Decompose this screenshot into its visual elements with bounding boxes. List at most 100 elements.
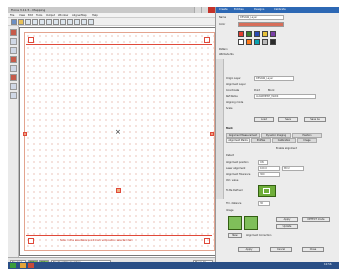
menu-item-help[interactable]: Help bbox=[92, 14, 98, 17]
menu-item-alignermap[interactable]: AlignerMap bbox=[72, 14, 87, 17]
zoom-icon[interactable] bbox=[74, 19, 80, 25]
corner-mark-tl[interactable] bbox=[28, 37, 34, 43]
mark-section-label: Mark bbox=[226, 127, 233, 130]
right-menu-calibrate[interactable]: Calibrate bbox=[274, 8, 286, 11]
swatch-red[interactable] bbox=[238, 31, 244, 37]
alignment-mark-bottom[interactable] bbox=[116, 188, 121, 193]
left-tool-strip bbox=[8, 26, 19, 258]
rectangle-tool-icon[interactable] bbox=[10, 38, 17, 45]
grid-icon[interactable] bbox=[39, 19, 45, 25]
swatch-black[interactable] bbox=[270, 39, 276, 45]
draw-line-icon[interactable] bbox=[10, 29, 17, 36]
menu-item-tools[interactable]: Tools bbox=[36, 14, 42, 17]
paste-icon[interactable] bbox=[60, 19, 66, 25]
side-mark-left[interactable] bbox=[23, 132, 27, 136]
ref-name-field[interactable]: ALIGNMENT_MARK bbox=[254, 94, 316, 99]
tab-image[interactable]: Image bbox=[297, 138, 317, 143]
layer-color-bar[interactable] bbox=[238, 22, 284, 27]
tab-alignment-marks[interactable]: Alignment Marks bbox=[226, 138, 250, 143]
dialog-close-button[interactable]: Close bbox=[302, 247, 324, 252]
pan-tool-icon[interactable] bbox=[10, 92, 17, 99]
swatch-blue[interactable] bbox=[254, 31, 260, 37]
apply-mark-button[interactable]: Apply bbox=[276, 217, 298, 222]
name-label: Name bbox=[219, 16, 227, 19]
center-marker-icon[interactable]: × bbox=[115, 129, 121, 136]
tolerance-field[interactable]: 300 bbox=[258, 172, 280, 177]
hand-icon[interactable] bbox=[81, 19, 87, 25]
name-field[interactable]: DESIGN_Layer bbox=[238, 15, 284, 20]
right-menu-entities[interactable]: Entities bbox=[234, 8, 244, 11]
print-icon[interactable] bbox=[32, 19, 38, 25]
menu-item-output[interactable]: Output bbox=[46, 14, 55, 17]
taskbar-clock: 10:56 bbox=[324, 263, 332, 266]
start-button[interactable] bbox=[10, 263, 16, 268]
load-button[interactable]: Load bbox=[254, 117, 274, 122]
save-icon[interactable] bbox=[25, 19, 31, 25]
dialog-apply-button[interactable]: Apply bbox=[238, 247, 260, 252]
right-menu-create[interactable]: Create bbox=[219, 8, 228, 11]
swatch-gray[interactable] bbox=[262, 39, 268, 45]
swatch-green[interactable] bbox=[246, 31, 252, 37]
cut-icon[interactable] bbox=[46, 19, 52, 25]
origin-layer-field[interactable]: DESIGN_Layer bbox=[254, 76, 294, 81]
menu-item-window[interactable]: Window bbox=[58, 14, 68, 17]
open-icon[interactable] bbox=[18, 19, 24, 25]
corner-mark-bl[interactable] bbox=[28, 238, 34, 244]
corner-mark-br[interactable] bbox=[204, 238, 210, 244]
tab-calibration[interactable]: Calibration bbox=[272, 138, 296, 143]
alignment-correction-checkbox[interactable]: Alignment Correction bbox=[246, 234, 271, 237]
coordinate-point-radio[interactable]: Point bbox=[254, 89, 260, 92]
aligning-mode-label: Aligning mode bbox=[226, 101, 244, 104]
canvas-note: Note: In the selectable point mark will … bbox=[60, 239, 133, 242]
menu-item-view[interactable]: View bbox=[19, 14, 25, 17]
swatch-purple[interactable] bbox=[270, 31, 276, 37]
swatch-orange[interactable] bbox=[246, 39, 252, 45]
scale-label: Scale bbox=[226, 107, 233, 110]
tolerance-label: Alignment Tolerance bbox=[226, 173, 251, 176]
corner-mark-tr[interactable] bbox=[204, 37, 210, 43]
alignment-position-field[interactable]: ON bbox=[258, 160, 268, 165]
threshold-label: Thr. distance bbox=[226, 202, 242, 205]
image-thumb-2[interactable] bbox=[244, 216, 258, 230]
coordinate-label: Coordinate bbox=[226, 89, 240, 92]
detect-mode-button[interactable]: DETECT mode bbox=[302, 217, 330, 222]
tab-profiles[interactable]: Profiles bbox=[251, 138, 271, 143]
swatch-white[interactable] bbox=[238, 39, 244, 45]
threshold-field[interactable]: 30 bbox=[258, 201, 270, 206]
mcu-field[interactable]: MCU bbox=[282, 166, 304, 171]
help-icon[interactable] bbox=[88, 19, 94, 25]
menu-item-edit[interactable]: Edit bbox=[28, 14, 33, 17]
panel-titlebar: Create Entities Designs Calibrate bbox=[216, 7, 339, 13]
menu-item-file[interactable]: File bbox=[10, 14, 14, 17]
dialog-cancel-button[interactable]: Cancel bbox=[270, 247, 292, 252]
alignment-layer-label: Alignment Layer bbox=[226, 83, 246, 86]
swatch-yellow[interactable] bbox=[262, 31, 268, 37]
detect-label: Detect bbox=[226, 154, 234, 157]
taskbar-app-icon-2[interactable] bbox=[28, 263, 34, 268]
select-icon[interactable] bbox=[67, 19, 73, 25]
taskbar-app-icon[interactable] bbox=[20, 263, 26, 268]
update-button[interactable]: Update bbox=[276, 224, 298, 229]
save-as-button[interactable]: Save As bbox=[304, 117, 326, 122]
save-button[interactable]: Save bbox=[278, 117, 298, 122]
mark-tool-icon[interactable] bbox=[10, 74, 17, 81]
side-mark-right[interactable] bbox=[210, 132, 214, 136]
swatch-cyan[interactable] bbox=[254, 39, 260, 45]
image-thumb-1[interactable] bbox=[228, 216, 242, 230]
design-canvas[interactable]: × Note: In the selectable point mark wil… bbox=[19, 27, 218, 256]
window-title: Fiona 3.11.5 - Mapping bbox=[11, 8, 46, 12]
right-menu-designs[interactable]: Designs bbox=[254, 8, 264, 11]
circle-tool-icon[interactable] bbox=[10, 65, 17, 72]
new-button[interactable]: New bbox=[228, 233, 242, 238]
laser-alignment-field[interactable]: 100.0 bbox=[258, 166, 280, 171]
alignment-position-label: Alignment position bbox=[226, 161, 249, 164]
copy-icon[interactable] bbox=[53, 19, 59, 25]
new-icon[interactable] bbox=[11, 19, 17, 25]
measure-tool-icon[interactable] bbox=[10, 83, 17, 90]
enable-alignment-checkbox[interactable]: Enable alignment bbox=[276, 147, 297, 150]
panel-side-strip bbox=[216, 59, 224, 199]
polygon-tool-icon[interactable] bbox=[10, 47, 17, 54]
coordinate-block-radio[interactable]: Block bbox=[268, 89, 274, 92]
to-be-defined-label: To Be Defined bbox=[226, 189, 243, 192]
text-tool-icon[interactable] bbox=[10, 56, 17, 63]
